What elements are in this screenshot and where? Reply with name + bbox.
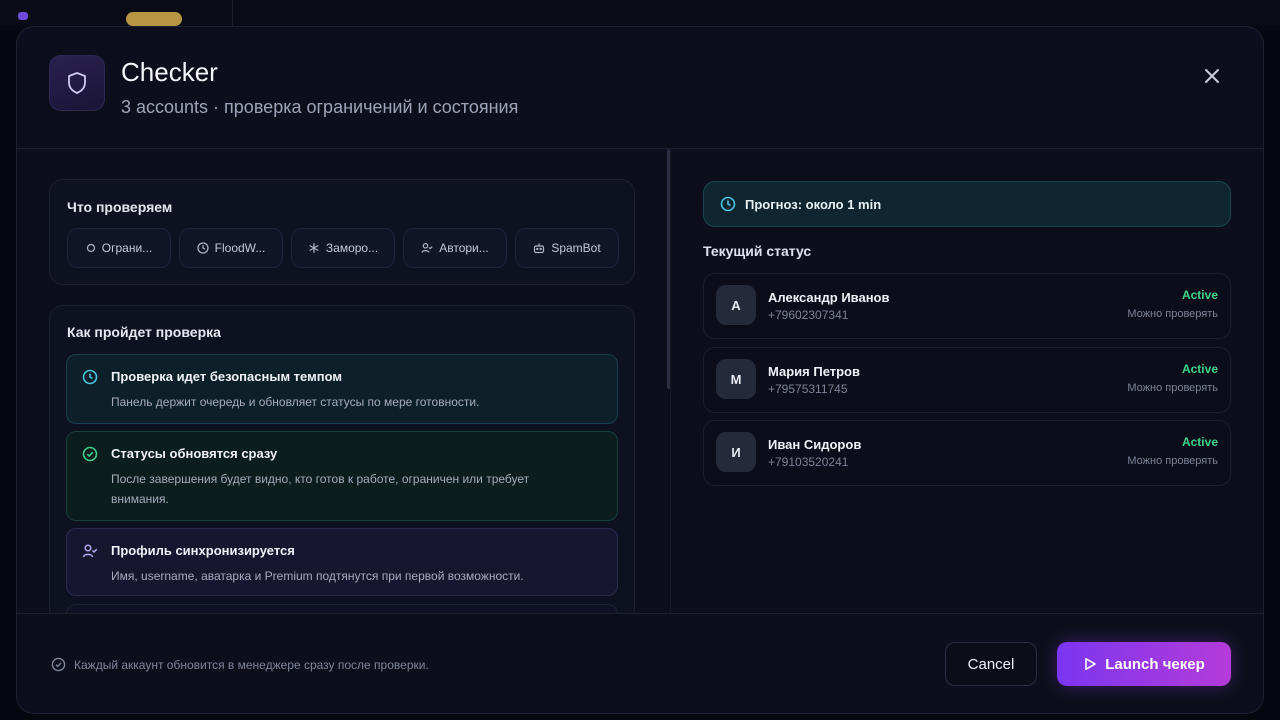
clock-icon: [82, 369, 98, 385]
modal-body: Что проверяем Ограни... FloodW... Заморо…: [17, 149, 1263, 613]
clock-icon: [197, 242, 209, 254]
checks-title: Что проверяем: [67, 199, 173, 215]
footer-note: Каждый аккаунт обновится в менеджере сра…: [51, 657, 429, 672]
status-badge: Active: [1181, 362, 1218, 376]
account-row[interactable]: М Мария Петров +79575311745 Active Можно…: [703, 347, 1231, 413]
avatar: А: [716, 285, 756, 325]
check-chip-floodwait[interactable]: FloodW...: [179, 228, 283, 268]
step-title: Профиль синхронизируется: [111, 543, 295, 558]
user-check-icon: [82, 544, 98, 558]
status-hint: Можно проверять: [1127, 455, 1218, 467]
shield-icon: [49, 55, 105, 111]
step-title: Проверка идет безопасным темпом: [111, 369, 342, 384]
account-name: Мария Петров: [768, 364, 860, 379]
modal-subtitle: 3 accounts · проверка ограничений и сост…: [121, 97, 519, 117]
background-divider: [232, 0, 233, 26]
footer-note-text: Каждый аккаунт обновится в менеджере сра…: [74, 657, 429, 672]
step-description: После завершения будет видно, кто готов …: [111, 472, 530, 506]
account-row[interactable]: А Александр Иванов +79602307341 Active М…: [703, 273, 1231, 339]
check-chip-authorization[interactable]: Автори...: [403, 228, 507, 268]
step-description: Панель держит очередь и обновляет статус…: [111, 395, 480, 409]
step-title: Статусы обновятся сразу: [111, 446, 278, 461]
forecast-banner: Прогноз: около 1 min: [703, 181, 1231, 227]
step-next-partial: [66, 604, 618, 613]
snowflake-icon: [309, 243, 319, 253]
check-circle-icon: [51, 657, 66, 672]
left-panel: Что проверяем Ограни... FloodW... Заморо…: [17, 149, 669, 613]
bot-icon: [534, 243, 545, 254]
step-safe-pace: Проверка идет безопасным темпом Панель д…: [66, 354, 618, 424]
close-icon: [1205, 69, 1219, 83]
process-title: Как пройдет проверка: [67, 324, 221, 340]
modal-title: Checker: [121, 57, 218, 87]
account-phone: +79602307341: [768, 308, 849, 322]
cancel-button[interactable]: Cancel: [945, 642, 1037, 686]
checks-list: Ограни... FloodW... Заморо... Автори...: [67, 228, 619, 268]
check-chip-label: Ограни...: [101, 241, 153, 255]
checker-modal: Checker 3 accounts · проверка ограничени…: [16, 26, 1264, 714]
account-phone: +79575311745: [768, 382, 848, 396]
check-circle-icon: [82, 446, 98, 462]
avatar: М: [716, 359, 756, 399]
step-description: Имя, username, аватарка и Premium подтян…: [111, 569, 524, 583]
launch-checker-button[interactable]: Launch чекер: [1057, 642, 1231, 686]
play-icon: [1085, 658, 1097, 670]
app-logo-icon: [18, 12, 28, 20]
right-panel: Прогноз: около 1 min Текущий статус А Ал…: [703, 149, 1233, 613]
background-badge: [126, 12, 182, 26]
check-chip-label: SpamBot: [551, 241, 601, 255]
checks-card: Что проверяем Ограни... FloodW... Заморо…: [49, 179, 635, 285]
launch-label: Launch чекер: [1105, 655, 1205, 673]
account-row[interactable]: И Иван Сидоров +79103520241 Active Можно…: [703, 420, 1231, 486]
step-statuses-update: Статусы обновятся сразу После завершения…: [66, 431, 618, 521]
column-divider: [670, 149, 671, 613]
account-name: Александр Иванов: [768, 290, 890, 305]
process-card: Как пройдет проверка Проверка идет безоп…: [49, 305, 635, 613]
step-profile-sync: Профиль синхронизируется Имя, username, …: [66, 528, 618, 596]
user-check-icon: [421, 242, 433, 253]
check-chip-spambot[interactable]: SpamBot: [515, 228, 619, 268]
check-chip-restrictions[interactable]: Ограни...: [67, 228, 171, 268]
check-chip-label: Автори...: [439, 241, 489, 255]
check-chip-label: FloodW...: [214, 241, 266, 255]
check-chip-label: Заморо...: [325, 241, 379, 255]
modal-footer: Каждый аккаунт обновится в менеджере сра…: [17, 613, 1263, 713]
avatar: И: [716, 432, 756, 472]
status-badge: Active: [1181, 435, 1218, 449]
status-title: Текущий статус: [703, 243, 812, 259]
account-phone: +79103520241: [768, 455, 849, 469]
clock-icon: [720, 196, 736, 212]
modal-header: Checker 3 accounts · проверка ограничени…: [17, 27, 1263, 149]
close-button[interactable]: [1197, 61, 1227, 91]
circle-icon: [86, 243, 95, 253]
forecast-text: Прогноз: около 1 min: [745, 197, 882, 212]
check-chip-freeze[interactable]: Заморо...: [291, 228, 395, 268]
status-badge: Active: [1181, 288, 1218, 302]
background-app-bar: [0, 0, 1280, 26]
status-hint: Можно проверять: [1127, 308, 1218, 320]
status-hint: Можно проверять: [1127, 382, 1218, 394]
account-name: Иван Сидоров: [768, 437, 862, 452]
